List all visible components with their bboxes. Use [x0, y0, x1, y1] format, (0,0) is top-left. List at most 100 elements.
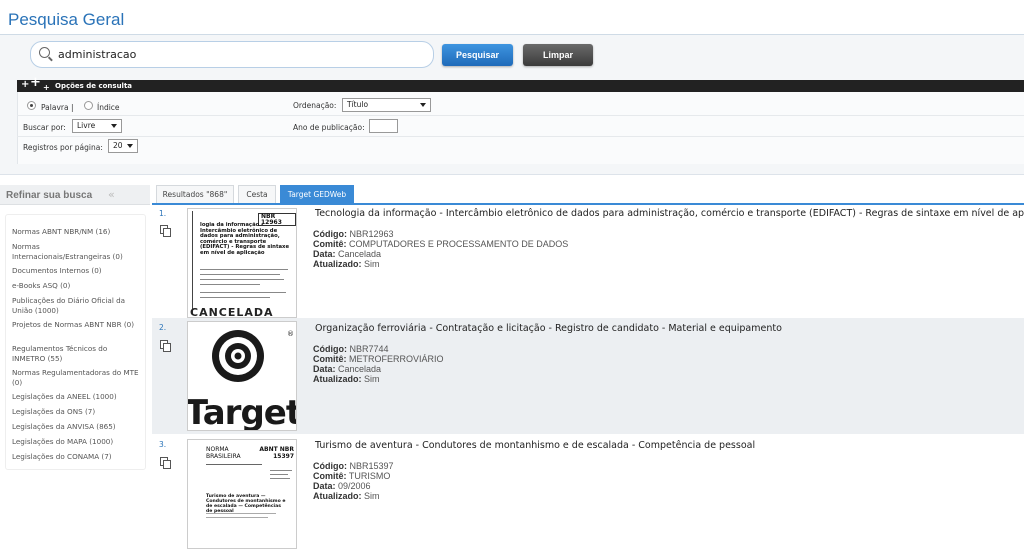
document-thumbnail[interactable]: NBR 12963 logia da informação - Intercâm… — [187, 208, 297, 318]
chevron-down-icon — [127, 144, 133, 148]
result-number: 2. — [159, 323, 167, 332]
result-row[interactable]: 1. NBR 12963 logia da informação - Inter… — [152, 205, 1024, 318]
sidebar-item[interactable]: Normas Internacionais/Estrangeiras (0) — [12, 242, 140, 262]
status-value: 09/2006 — [338, 481, 371, 491]
sidebar-item[interactable]: e-Books ASQ (0) — [12, 281, 140, 291]
sidebar-item[interactable]: Legislações do MAPA (1000) — [12, 437, 140, 447]
code-value: NBR15397 — [349, 461, 394, 471]
status-label: Data: — [313, 249, 336, 259]
result-updated: Atualizado: Sim — [313, 374, 380, 384]
sidebar-item[interactable]: Regulamentos Técnicos do INMETRO (55) — [12, 344, 140, 364]
cancelled-stamp: CANCELADA — [190, 306, 274, 318]
code-label: Código: — [313, 344, 347, 354]
thumb-line — [200, 284, 260, 285]
thumb-line — [200, 297, 270, 298]
search-by-select-value: Livre — [77, 121, 96, 130]
result-status: Data: Cancelada — [313, 364, 381, 374]
thumb-right-head: ABNT NBR 15397 — [259, 446, 294, 460]
tab-target-gedweb[interactable]: Target GEDWeb — [280, 185, 354, 203]
result-title[interactable]: Turismo de aventura - Condutores de mont… — [315, 440, 755, 451]
result-title[interactable]: Tecnologia da informação - Intercâmbio e… — [315, 208, 1024, 219]
collapse-icon[interactable]: « — [108, 188, 115, 201]
updated-label: Atualizado: — [313, 491, 362, 501]
sort-select-value: Título — [347, 100, 369, 109]
result-committee: Comitê: TURISMO — [313, 471, 390, 481]
updated-label: Atualizado: — [313, 374, 362, 384]
sidebar-item[interactable]: Normas Regulamentadoras do MTE (0) — [12, 368, 140, 388]
result-number: 1. — [159, 209, 167, 218]
tab-results[interactable]: Resultados "868" — [156, 185, 234, 203]
radio-word[interactable] — [27, 101, 36, 110]
search-by-select[interactable]: Livre — [72, 119, 122, 133]
sidebar-item[interactable]: Normas ABNT NBR/NM (16) — [12, 227, 140, 237]
thumb-heading: logia da informação - Intercâmbio eletrô… — [200, 222, 290, 256]
result-committee: Comitê: METROFERROVIÁRIO — [313, 354, 444, 364]
committee-value: METROFERROVIÁRIO — [349, 354, 444, 364]
thumb-line — [200, 279, 284, 280]
thumb-line — [200, 274, 280, 275]
updated-value: Sim — [364, 374, 380, 384]
refine-title: Refinar sua busca — [6, 190, 93, 201]
committee-label: Comitê: — [313, 239, 347, 249]
sort-label: Ordenação: — [293, 101, 337, 110]
search-input-value: administracao — [58, 48, 137, 61]
publisher-logo-thumbnail[interactable]: ® Target — [187, 321, 297, 431]
status-label: Data: — [313, 364, 336, 374]
sidebar-item[interactable]: Publicações do Diário Oficial da União (… — [12, 296, 140, 316]
sidebar-item[interactable]: Documentos Internos (0) — [12, 266, 140, 276]
sidebar-item[interactable]: Legislações da ONS (7) — [12, 407, 140, 417]
search-by-label: Buscar por: — [23, 123, 66, 132]
sidebar-item[interactable]: Legislações da ANVISA (865) — [12, 422, 140, 432]
result-row[interactable]: 3. NORMA BRASILEIRA ABNT NBR 15397 Turis… — [152, 435, 1024, 550]
chevron-down-icon — [111, 124, 117, 128]
radio-index-label: Índice — [97, 103, 120, 112]
status-value: Cancelada — [338, 249, 382, 259]
year-input[interactable] — [369, 119, 398, 133]
sort-select[interactable]: Título — [342, 98, 431, 112]
logo-wordmark: Target — [188, 393, 297, 431]
divider — [17, 115, 1024, 116]
refine-header[interactable]: Refinar sua busca « — [0, 185, 150, 205]
updated-value: Sim — [364, 491, 380, 501]
copy-icon[interactable] — [160, 457, 171, 469]
thumb-rule — [206, 464, 262, 465]
thumb-border — [192, 211, 193, 315]
copy-icon[interactable] — [160, 225, 171, 237]
thumb-heading: Turismo de aventura — Condutores de mont… — [206, 494, 286, 514]
search-button[interactable]: Pesquisar — [442, 44, 513, 66]
options-panel — [17, 92, 1024, 164]
sidebar-item[interactable]: Legislações da ANEEL (1000) — [12, 392, 140, 402]
target-logo: ® Target — [188, 330, 297, 431]
document-thumbnail[interactable]: NORMA BRASILEIRA ABNT NBR 15397 Turismo … — [187, 439, 297, 549]
thumb-line — [270, 470, 292, 471]
status-label: Data: — [313, 481, 336, 491]
committee-label: Comitê: — [313, 471, 347, 481]
radio-index[interactable] — [84, 101, 93, 110]
result-title[interactable]: Organização ferroviária - Contratação e … — [315, 323, 782, 334]
committee-label: Comitê: — [313, 354, 347, 364]
status-value: Cancelada — [338, 364, 382, 374]
result-code: Código: NBR15397 — [313, 461, 394, 471]
thumb-line — [206, 513, 276, 514]
copy-icon[interactable] — [160, 340, 171, 352]
thumb-line — [270, 478, 290, 479]
per-page-select-value: 20 — [113, 141, 123, 150]
thumb-line — [200, 269, 288, 270]
tab-basket[interactable]: Cesta — [238, 185, 276, 203]
code-value: NBR7744 — [349, 344, 389, 354]
result-number: 3. — [159, 440, 167, 449]
search-icon — [39, 47, 50, 58]
result-updated: Atualizado: Sim — [313, 259, 380, 269]
result-row[interactable]: 2. ® Target Organização ferroviária - Co… — [152, 318, 1024, 434]
committee-value: COMPUTADORES E PROCESSAMENTO DE DADOS — [349, 239, 569, 249]
sidebar-item[interactable]: Legislações do CONAMA (7) — [12, 452, 140, 462]
sidebar-item[interactable]: Projetos de Normas ABNT NBR (0) — [12, 320, 140, 330]
per-page-select[interactable]: 20 — [108, 139, 138, 153]
divider — [17, 136, 1024, 137]
options-bar[interactable]: + + + Opções de consulta — [17, 76, 1024, 92]
plus-icon: + — [21, 79, 30, 90]
thumb-line — [206, 517, 268, 518]
result-status: Data: 09/2006 — [313, 481, 371, 491]
clear-button[interactable]: Limpar — [523, 44, 593, 66]
search-input[interactable]: administracao — [30, 41, 434, 68]
